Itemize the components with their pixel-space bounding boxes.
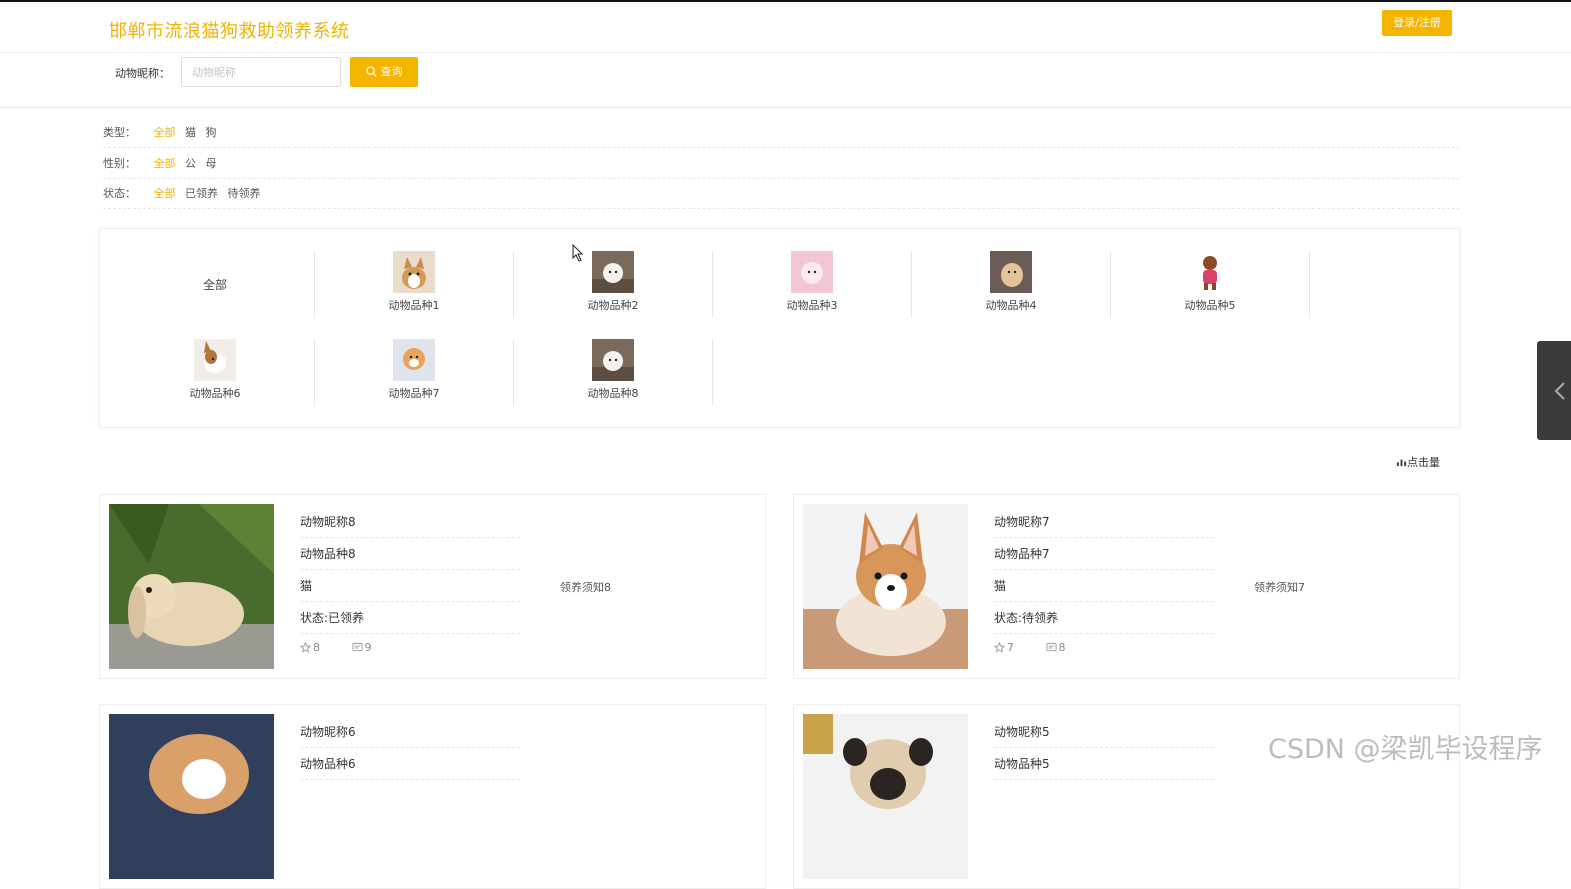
filter-type-label: 类型： — [103, 126, 136, 139]
filter-type-all[interactable]: 全部 — [154, 126, 176, 139]
card-status: 状态:待领养 — [994, 602, 1214, 634]
card-status: 状态:已领养 — [300, 602, 520, 634]
card-stats: 7 8 — [993, 641, 1094, 654]
card-breed: 动物品种7 — [994, 538, 1214, 570]
pink-puppy-thumb-icon — [791, 251, 833, 293]
pomeranian-thumb-icon — [393, 339, 435, 381]
card-favorites-count: 7 — [1007, 641, 1014, 654]
animal-card[interactable]: 动物昵称7 动物品种7 猫 状态:待领养 领养须知7 7 8 — [793, 494, 1460, 679]
corgi-thumb-icon — [393, 251, 435, 293]
rabbit-photo — [109, 504, 274, 669]
filter-status-adopted[interactable]: 已领养 — [185, 187, 218, 200]
card-comments[interactable]: 8 — [1045, 641, 1080, 654]
sort-by-clicks-label: 点击量 — [1407, 456, 1440, 469]
card-stats: 8 9 — [299, 641, 400, 654]
site-header: 邯郸市流浪猫狗救助领养系统 登录/注册 — [0, 2, 1571, 53]
category-item-6-label: 动物品种6 — [189, 387, 241, 400]
category-item-8-label: 动物品种8 — [587, 387, 639, 400]
site-title: 邯郸市流浪猫狗救助领养系统 — [109, 21, 350, 42]
card-favorites[interactable]: 7 — [993, 641, 1028, 654]
card-favorites-count: 8 — [313, 641, 320, 654]
white-puppy-thumb-icon — [592, 339, 634, 381]
card-type: 猫 — [994, 570, 1214, 602]
animal-card[interactable]: 动物昵称6 动物品种6 — [99, 704, 766, 889]
pug-photo — [803, 714, 968, 879]
filter-status-label: 状态： — [103, 187, 136, 200]
filter-gender-all[interactable]: 全部 — [154, 157, 176, 170]
card-nickname: 动物昵称6 — [300, 716, 520, 748]
category-item-4-label: 动物品种4 — [985, 299, 1037, 312]
category-item-7-label: 动物品种7 — [388, 387, 440, 400]
filter-gender: 性别： 全部 公 母 — [103, 148, 1460, 179]
search-button-label: 查询 — [380, 65, 403, 78]
category-item-7[interactable]: 动物品种7 — [315, 339, 514, 406]
filter-status: 状态： 全部 已领养 待领养 — [103, 178, 1460, 209]
breed-category-panel: 全部 动物品种1 动物品种2 动物品种3 动物品种4 动物品种5 动物品种6 动… — [99, 228, 1460, 428]
card-adoption-notice: 领养须知7 — [1254, 581, 1305, 594]
nickname-search-input[interactable] — [181, 57, 341, 87]
filter-status-waiting[interactable]: 待领养 — [228, 187, 261, 200]
category-item-6[interactable]: 动物品种6 — [116, 339, 315, 406]
category-item-5-label: 动物品种5 — [1184, 299, 1236, 312]
category-item-5[interactable]: 动物品种5 — [1111, 251, 1310, 318]
animal-card[interactable]: 动物昵称8 动物品种8 猫 状态:已领养 领养须知8 8 9 — [99, 494, 766, 679]
card-nickname: 动物昵称8 — [300, 506, 520, 538]
search-label: 动物昵称： — [115, 67, 170, 80]
category-item-3[interactable]: 动物品种3 — [713, 251, 912, 318]
star-icon — [993, 641, 1006, 653]
chart-icon — [1396, 459, 1407, 467]
filter-type-cat[interactable]: 猫 — [185, 126, 196, 139]
category-item-4[interactable]: 动物品种4 — [912, 251, 1111, 318]
card-comments-count: 9 — [364, 641, 372, 654]
filter-gender-female[interactable]: 母 — [206, 157, 217, 170]
card-breed: 动物品种8 — [300, 538, 520, 570]
puppy-photo — [109, 714, 274, 879]
white-puppy-thumb-icon — [592, 251, 634, 293]
comment-icon — [1045, 642, 1057, 652]
category-all[interactable]: 全部 — [116, 251, 315, 318]
category-item-3-label: 动物品种3 — [786, 299, 838, 312]
category-all-label: 全部 — [202, 278, 227, 292]
side-panel-toggle[interactable] — [1537, 341, 1571, 440]
filter-gender-male[interactable]: 公 — [185, 157, 196, 170]
filter-status-all[interactable]: 全部 — [154, 187, 176, 200]
star-icon — [299, 641, 312, 653]
search-icon — [365, 65, 377, 77]
tan-puppy-thumb-icon — [990, 251, 1032, 293]
category-item-1[interactable]: 动物品种1 — [315, 251, 514, 318]
poodle-thumb-icon — [1189, 251, 1231, 293]
mouse-cursor-icon — [572, 244, 584, 262]
search-bar: 动物昵称： 查询 — [0, 54, 1571, 108]
search-button[interactable]: 查询 — [350, 57, 418, 87]
card-comments-count: 8 — [1058, 641, 1066, 654]
category-item-2-label: 动物品种2 — [587, 299, 639, 312]
comment-icon — [351, 642, 363, 652]
category-item-1-label: 动物品种1 — [388, 299, 440, 312]
category-item-8[interactable]: 动物品种8 — [514, 339, 713, 406]
corgi-photo — [803, 504, 968, 669]
filter-type: 类型： 全部 猫 狗 — [103, 117, 1460, 148]
card-comments[interactable]: 9 — [351, 641, 386, 654]
login-register-button[interactable]: 登录/注册 — [1382, 10, 1452, 36]
sort-by-clicks[interactable]: 点击量 — [1396, 454, 1440, 470]
card-breed: 动物品种5 — [994, 748, 1214, 780]
category-item-2[interactable]: 动物品种2 — [514, 251, 713, 318]
filter-type-dog[interactable]: 狗 — [206, 126, 217, 139]
card-adoption-notice: 领养须知8 — [560, 581, 611, 594]
chevron-left-icon — [1554, 382, 1565, 400]
card-breed: 动物品种6 — [300, 748, 520, 780]
filter-gender-label: 性别： — [103, 157, 136, 170]
card-nickname: 动物昵称7 — [994, 506, 1214, 538]
card-type: 猫 — [300, 570, 520, 602]
card-nickname: 动物昵称5 — [994, 716, 1214, 748]
card-favorites[interactable]: 8 — [299, 641, 334, 654]
watermark: CSDN @梁凯毕设程序 — [1268, 734, 1543, 765]
chihuahua-thumb-icon — [194, 339, 236, 381]
